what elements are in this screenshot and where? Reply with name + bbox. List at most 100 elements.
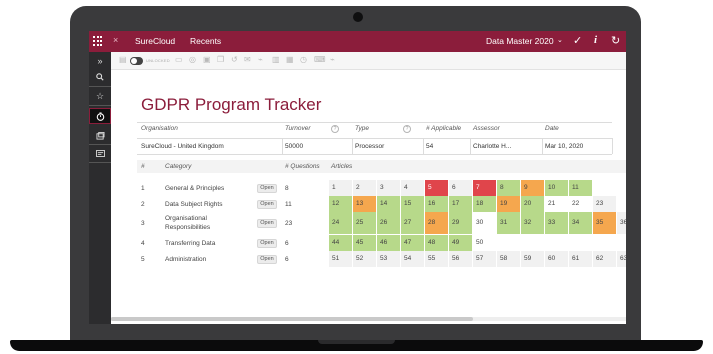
article-cell[interactable]: 11: [569, 180, 592, 196]
article-cell[interactable]: 4: [401, 180, 424, 196]
article-cell[interactable]: 9: [521, 180, 544, 196]
article-cell[interactable]: 20: [521, 196, 544, 212]
open-button[interactable]: Open: [257, 200, 277, 209]
article-cell[interactable]: 8: [497, 180, 520, 196]
stack-icon[interactable]: [89, 129, 111, 143]
open-button[interactable]: Open: [257, 239, 277, 248]
type-field[interactable]: Processor: [355, 143, 384, 150]
scrollbar-thumb[interactable]: [111, 317, 473, 321]
article-cell[interactable]: 50: [473, 235, 496, 251]
report-icon[interactable]: ▦: [286, 55, 294, 64]
delete-icon[interactable]: ▥: [272, 55, 280, 64]
turnover-field[interactable]: 50000: [285, 143, 303, 150]
article-cell[interactable]: 1: [329, 180, 352, 196]
article-cell[interactable]: 44: [329, 235, 352, 251]
help-icon[interactable]: ?: [403, 125, 411, 133]
card-icon[interactable]: [89, 147, 111, 161]
article-cell[interactable]: 29: [449, 212, 472, 234]
article-cell[interactable]: 47: [401, 235, 424, 251]
help-icon[interactable]: ?: [331, 125, 339, 133]
article-cell[interactable]: 13: [353, 196, 376, 212]
article-cell[interactable]: 19: [497, 196, 520, 212]
calendar-icon[interactable]: ▭: [175, 55, 183, 64]
star-icon[interactable]: ☆: [89, 89, 111, 103]
article-cell[interactable]: 49: [449, 235, 472, 251]
close-icon[interactable]: ×: [113, 35, 118, 45]
app-grid-icon[interactable]: [93, 36, 103, 46]
check-icon[interactable]: ✓: [573, 34, 582, 47]
article-cell[interactable]: 23: [593, 196, 616, 212]
data-master-selector[interactable]: Data Master 2020: [486, 36, 554, 46]
article-cell[interactable]: 52: [353, 251, 376, 267]
article-cell[interactable]: 57: [473, 251, 496, 267]
article-cell[interactable]: 26: [377, 212, 400, 234]
article-cell[interactable]: 58: [497, 251, 520, 267]
article-cell[interactable]: 33: [545, 212, 568, 234]
doc-icon[interactable]: ▤: [119, 55, 127, 64]
date-field[interactable]: Mar 10, 2020: [545, 143, 583, 150]
timer-icon[interactable]: [89, 108, 111, 124]
link-icon[interactable]: ⌁: [330, 55, 335, 64]
article-cell[interactable]: 35: [593, 212, 616, 234]
article-cell[interactable]: 32: [521, 212, 544, 234]
mail-icon[interactable]: ✉: [244, 55, 251, 64]
article-cell[interactable]: 17: [449, 196, 472, 212]
article-cell[interactable]: 16: [425, 196, 448, 212]
article-cell[interactable]: 7: [473, 180, 496, 196]
article-cell[interactable]: 63: [617, 251, 626, 267]
article-cell[interactable]: 54: [401, 251, 424, 267]
article-cell[interactable]: 31: [497, 212, 520, 234]
info-icon[interactable]: i: [594, 34, 597, 46]
article-cell[interactable]: 51: [329, 251, 352, 267]
article-cell[interactable]: 36: [617, 212, 626, 234]
article-cell[interactable]: 28: [425, 212, 448, 234]
article-cell[interactable]: 5: [425, 180, 448, 196]
article-cell[interactable]: 18: [473, 196, 496, 212]
recents-menu[interactable]: Recents: [190, 36, 221, 46]
organisation-field[interactable]: SureCloud - United Kingdom: [141, 143, 224, 150]
check-circle-icon[interactable]: ◎: [189, 55, 196, 64]
search-icon[interactable]: [89, 70, 111, 84]
undo-icon[interactable]: ↺: [231, 55, 238, 64]
article-cell[interactable]: 10: [545, 180, 568, 196]
expand-icon[interactable]: »: [89, 54, 111, 68]
article-cell[interactable]: 3: [377, 180, 400, 196]
article-cell[interactable]: 2: [353, 180, 376, 196]
refresh-icon[interactable]: ↻: [611, 34, 620, 47]
copy-icon[interactable]: ❐: [217, 55, 224, 64]
article-cell[interactable]: 22: [569, 196, 592, 212]
article-cell[interactable]: 15: [401, 196, 424, 212]
lock-toggle[interactable]: [130, 57, 143, 65]
article-cell[interactable]: 34: [569, 212, 592, 234]
article-cell[interactable]: 21: [545, 196, 568, 212]
article-cell[interactable]: 45: [353, 235, 376, 251]
article-cell[interactable]: 48: [425, 235, 448, 251]
chevron-down-icon[interactable]: ⌄: [557, 36, 563, 44]
article-cell[interactable]: 27: [401, 212, 424, 234]
category-name: General & Principles: [165, 185, 225, 192]
article-cell[interactable]: 12: [329, 196, 352, 212]
clock-icon[interactable]: ◷: [300, 55, 307, 64]
article-cell[interactable]: 25: [353, 212, 376, 234]
open-button[interactable]: Open: [257, 219, 277, 228]
brand-link[interactable]: SureCloud: [135, 36, 175, 46]
organisation-label: Organisation: [141, 125, 178, 132]
article-cell[interactable]: 53: [377, 251, 400, 267]
keyboard-icon[interactable]: ⌨: [314, 55, 326, 64]
article-cell[interactable]: 61: [569, 251, 592, 267]
article-cell[interactable]: 6: [449, 180, 472, 196]
article-cell[interactable]: 56: [449, 251, 472, 267]
link-icon[interactable]: ⌁: [258, 55, 263, 64]
open-button[interactable]: Open: [257, 184, 277, 193]
assessor-field[interactable]: Charlotte H...: [473, 143, 511, 150]
article-cell[interactable]: 55: [425, 251, 448, 267]
article-cell[interactable]: 62: [593, 251, 616, 267]
article-cell[interactable]: 14: [377, 196, 400, 212]
article-cell[interactable]: 30: [473, 212, 496, 234]
article-cell[interactable]: 24: [329, 212, 352, 234]
open-button[interactable]: Open: [257, 255, 277, 264]
article-cell[interactable]: 46: [377, 235, 400, 251]
document-icon[interactable]: ▣: [203, 55, 211, 64]
article-cell[interactable]: 60: [545, 251, 568, 267]
article-cell[interactable]: 59: [521, 251, 544, 267]
